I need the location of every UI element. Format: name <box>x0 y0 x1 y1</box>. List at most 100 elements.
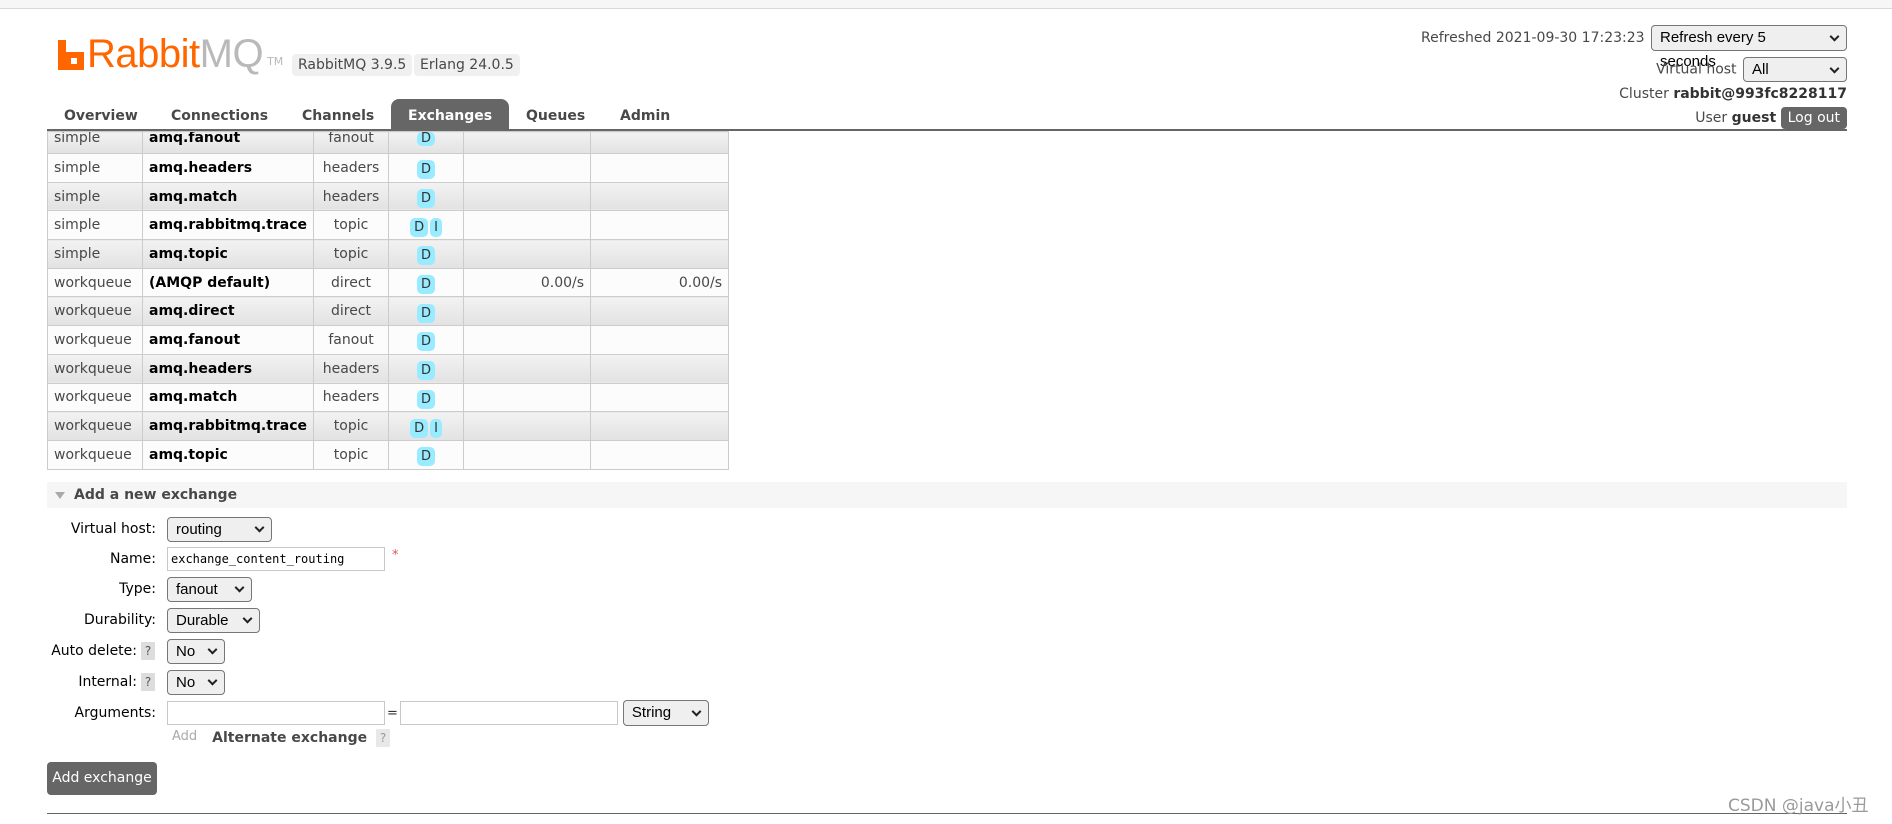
add-exchange-section-title: Add a new exchange <box>74 487 238 503</box>
exchange-name-link[interactable]: amq.topic <box>141 239 315 269</box>
virtual-host-select[interactable]: All <box>1743 57 1847 82</box>
argument-type-value: String <box>631 704 672 721</box>
exchange-name-link[interactable]: amq.topic <box>141 439 315 470</box>
add-exchange-button[interactable]: Add exchange <box>47 762 157 795</box>
tab-queues[interactable]: Queues <box>526 99 585 130</box>
virtual-host-label: Virtual host <box>1656 61 1737 78</box>
chevron-down-icon <box>254 522 265 533</box>
exchange-vhost-cell: simple <box>47 131 143 154</box>
durable-badge: D <box>417 303 436 323</box>
chevron-down-icon <box>234 582 245 593</box>
exchange-type-cell: fanout <box>313 325 390 355</box>
equals-sign: = <box>387 705 398 721</box>
tab-overview[interactable]: Overview <box>64 99 138 130</box>
add-exchange-section-toggle[interactable]: Add a new exchange <box>47 482 1847 508</box>
message-rate-out-cell <box>590 296 730 327</box>
exchange-features-cell: D <box>388 267 465 298</box>
exchange-vhost-cell: simple <box>47 239 143 269</box>
virtual-host-row: Virtual host All <box>1656 57 1847 82</box>
durable-badge: D <box>417 389 436 409</box>
alternate-exchange-help-icon[interactable]: ? <box>376 729 391 747</box>
message-rate-out-cell <box>590 439 730 470</box>
message-rate-in-cell <box>463 439 592 470</box>
message-rate-out-cell <box>590 382 730 413</box>
exchange-name-link[interactable]: amq.rabbitmq.trace <box>141 411 315 441</box>
exchange-features-cell: D <box>388 239 465 269</box>
tab-channels[interactable]: Channels <box>302 99 374 130</box>
refreshed-timestamp: Refreshed 2021-09-30 17:23:23 <box>1421 30 1645 46</box>
exchange-features-cell: D <box>388 181 465 212</box>
alternate-exchange-shortcut[interactable]: Alternate exchange <box>212 730 367 746</box>
exchange-vhost-cell: workqueue <box>47 411 143 441</box>
argument-value-input[interactable] <box>399 701 618 725</box>
chevron-down-icon <box>691 706 702 717</box>
add-argument-link[interactable]: Add <box>172 729 197 744</box>
message-rate-in-cell: 0.00/s <box>463 267 592 298</box>
message-rate-out-cell <box>590 131 730 154</box>
virtual-host-field-label: Virtual host: <box>70 521 156 537</box>
form-row-argument-shortcuts: Add Alternate exchange ? <box>47 727 947 749</box>
exchange-name-link[interactable]: amq.match <box>141 382 315 413</box>
message-rate-in-cell <box>463 239 592 269</box>
exchange-row: simple amq.fanout fanout D <box>47 131 730 154</box>
durable-badge: D <box>417 160 436 180</box>
form-row-name: Name: exchange_content_routing * <box>47 546 947 572</box>
exchange-name-link[interactable]: amq.match <box>141 181 315 212</box>
tab-connections[interactable]: Connections <box>171 99 268 130</box>
exchange-row: workqueue amq.topic topic D <box>47 439 730 470</box>
chevron-down-icon <box>1829 63 1840 74</box>
exchange-row: simple amq.headers headers D <box>47 153 730 183</box>
durable-badge: D <box>417 332 436 352</box>
exchange-vhost-cell: simple <box>47 181 143 212</box>
exchange-vhost-cell: workqueue <box>47 267 143 298</box>
argument-key-input[interactable] <box>167 701 385 725</box>
chevron-down-icon <box>242 613 253 624</box>
durable-badge: D <box>417 275 436 295</box>
exchange-type-cell: direct <box>313 296 390 327</box>
tab-exchanges[interactable]: Exchanges <box>391 99 510 130</box>
rabbitmq-version-badge: RabbitMQ 3.9.5 <box>292 54 413 76</box>
exchange-name-link[interactable]: amq.rabbitmq.trace <box>141 210 315 241</box>
exchange-row: workqueue amq.fanout fanout D <box>47 325 730 355</box>
refresh-interval-select[interactable]: Refresh every 5 seconds <box>1651 25 1847 70</box>
durability-select[interactable]: Durable <box>167 607 260 633</box>
exchange-name-link[interactable]: (AMQP default) <box>141 267 315 298</box>
durability-field-label: Durability: <box>83 612 156 628</box>
exchange-name-link[interactable]: amq.fanout <box>141 131 315 154</box>
virtual-host-field-value: routing <box>176 520 222 538</box>
exchange-row: workqueue amq.rabbitmq.trace topic D I <box>47 411 730 441</box>
exchange-features-cell: DI <box>388 411 465 441</box>
durable-badge: D <box>410 217 429 237</box>
exchange-vhost-cell: workqueue <box>47 382 143 413</box>
exchange-features-cell: D <box>388 296 465 327</box>
exchange-features-cell: DI <box>388 210 465 241</box>
type-value: fanout <box>176 580 218 598</box>
exchange-name-link[interactable]: amq.headers <box>141 153 315 183</box>
internal-help-icon[interactable]: ? <box>141 673 155 691</box>
name-input[interactable]: exchange_content_routing <box>167 547 385 571</box>
exchange-vhost-cell: workqueue <box>47 439 143 470</box>
message-rate-out-cell <box>590 181 730 212</box>
refresh-row: Refreshed 2021-09-30 17:23:23 Refresh ev… <box>1421 25 1847 70</box>
tab-admin[interactable]: Admin <box>620 99 670 130</box>
footer-divider <box>47 813 1847 814</box>
message-rate-in-cell <box>463 353 592 384</box>
exchange-name-link[interactable]: amq.direct <box>141 296 315 327</box>
message-rate-out-cell <box>590 353 730 384</box>
form-row-internal: Internal:? No <box>47 669 947 695</box>
auto-delete-select[interactable]: No <box>167 638 225 664</box>
message-rate-out-cell <box>590 239 730 269</box>
exchange-name-link[interactable]: amq.fanout <box>141 325 315 355</box>
message-rate-in-cell <box>463 131 592 154</box>
argument-type-select[interactable]: String <box>622 700 709 726</box>
chevron-down-icon <box>207 644 218 655</box>
message-rate-in-cell <box>463 153 592 183</box>
virtual-host-field-select[interactable]: routing <box>167 516 272 542</box>
exchange-name-link[interactable]: amq.headers <box>141 353 315 384</box>
type-select[interactable]: fanout <box>167 576 252 602</box>
exchange-row: workqueue (AMQP default) direct D 0.00/s 0.00… <box>47 267 730 298</box>
message-rate-out-cell <box>590 411 730 441</box>
internal-select[interactable]: No <box>167 669 225 695</box>
rabbitmq-logo[interactable]: Rabbit MQ TM <box>58 34 283 74</box>
auto-delete-help-icon[interactable]: ? <box>141 642 155 660</box>
